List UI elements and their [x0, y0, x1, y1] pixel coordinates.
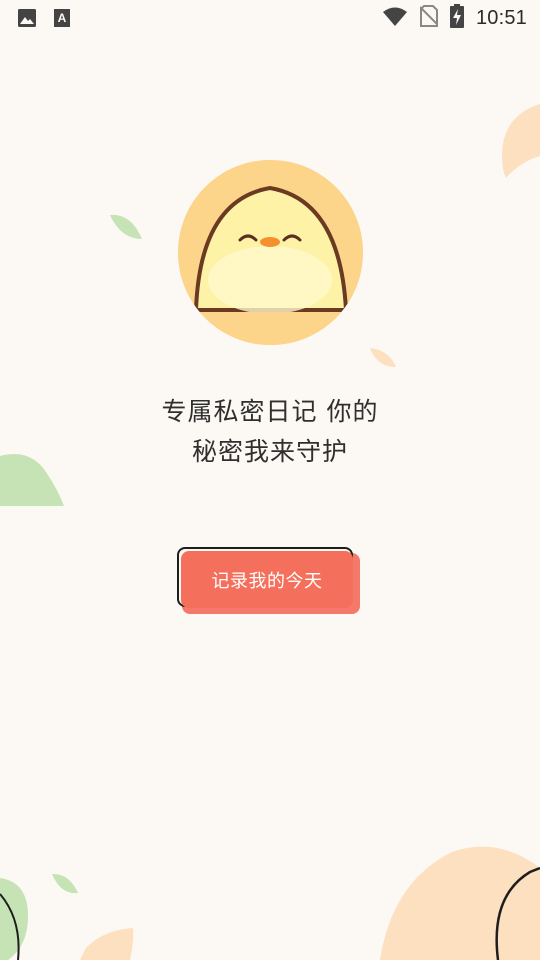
- tagline: 专属私密日记 你的 秘密我来守护: [0, 392, 540, 472]
- peach-leaf-top-right: [502, 104, 540, 178]
- gallery-icon: [17, 8, 37, 32]
- svg-text:A: A: [58, 11, 67, 25]
- record-today-button-label[interactable]: 记录我的今天: [181, 551, 353, 608]
- peach-leaf-bottom: [80, 928, 134, 960]
- chick-avatar: [178, 160, 363, 345]
- tagline-line-1: 专属私密日记 你的: [161, 397, 379, 426]
- tagline-line-2: 秘密我来守护: [191, 437, 348, 466]
- wifi-icon: [382, 6, 408, 30]
- green-leaf-bottom-left: [0, 878, 28, 960]
- peach-petal-small: [370, 348, 396, 367]
- status-time: 10:51: [475, 6, 527, 29]
- record-today-button[interactable]: 记录我的今天: [177, 547, 361, 615]
- status-bar: A 10:51: [0, 0, 540, 36]
- peach-fruit-bottom-right: [380, 846, 540, 960]
- green-leaf-small: [110, 214, 142, 239]
- green-leaf-bottom-small: [52, 873, 78, 894]
- battery-charging-icon: [449, 4, 464, 32]
- chick-icon: [178, 160, 363, 345]
- font-a-icon: A: [53, 8, 71, 32]
- no-sim-icon: [419, 5, 439, 31]
